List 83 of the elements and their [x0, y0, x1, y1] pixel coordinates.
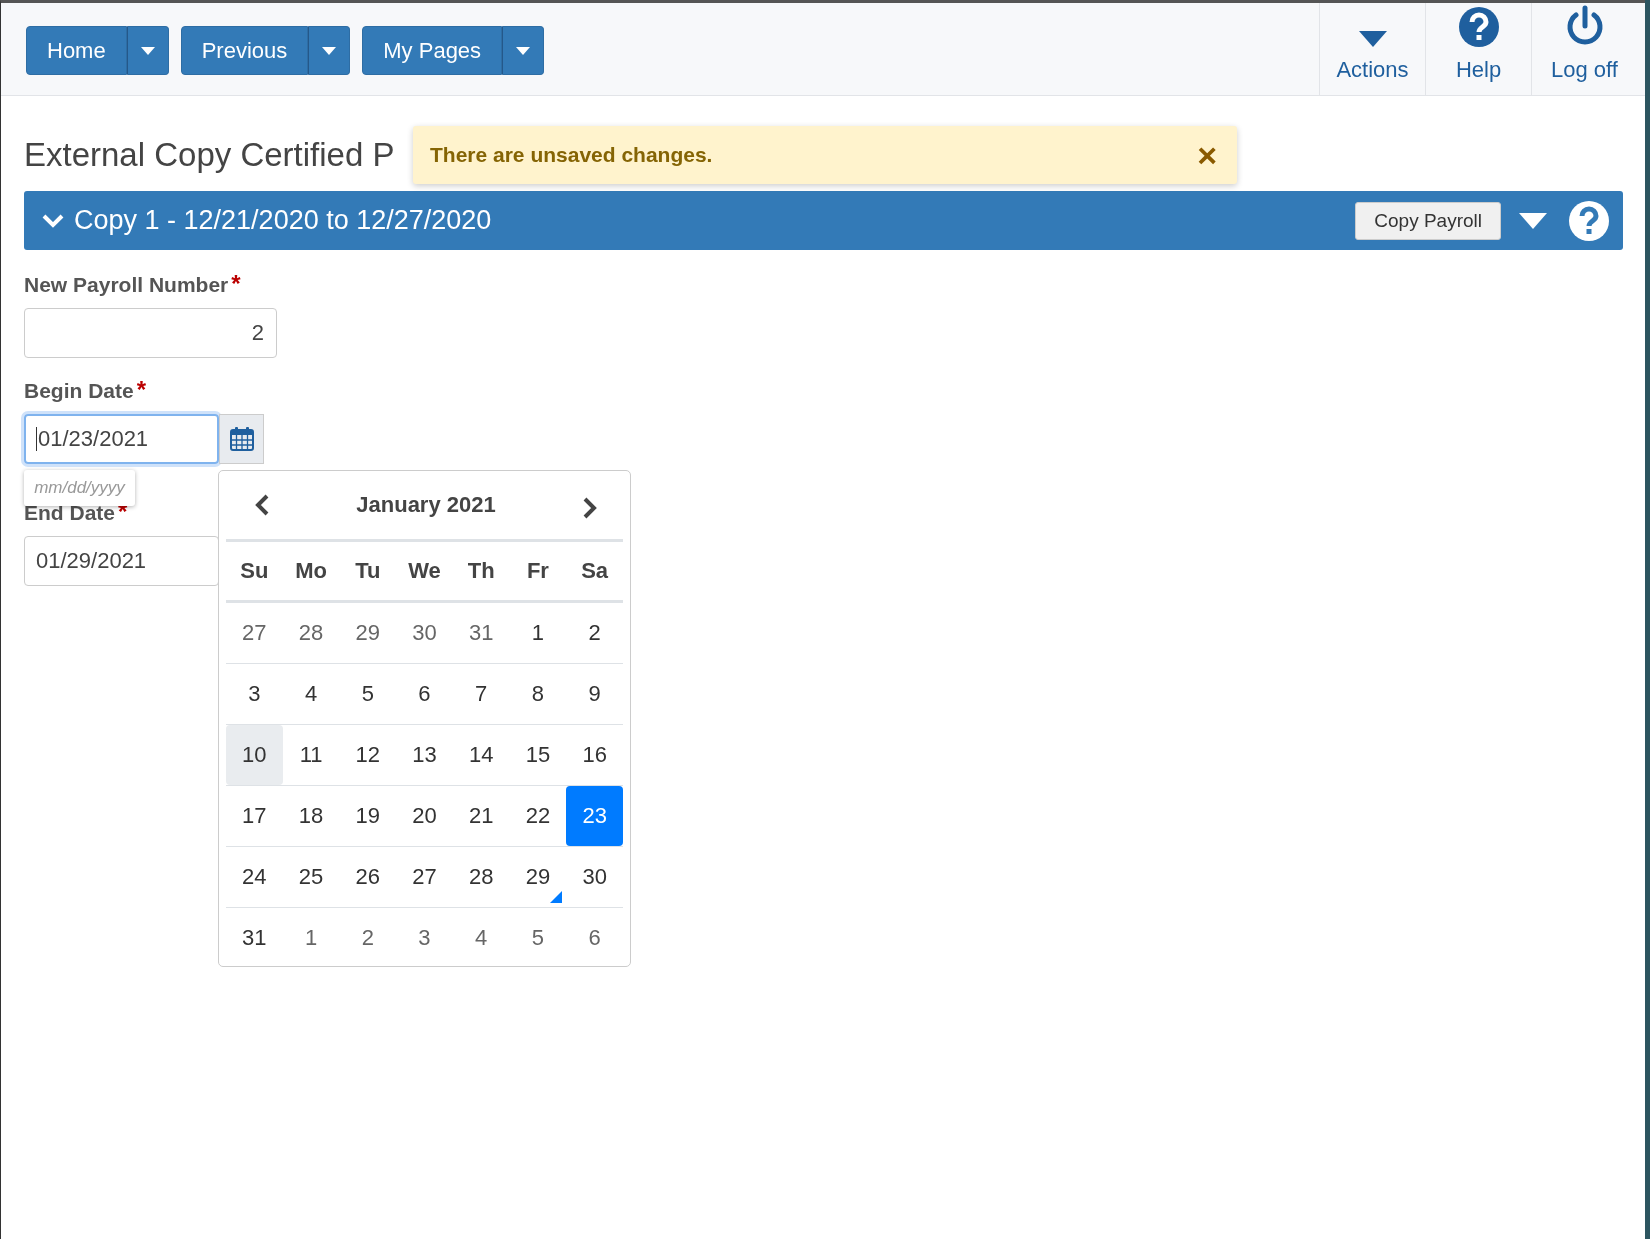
calendar-day[interactable]: 19 — [339, 786, 397, 846]
calendar-day[interactable]: 4 — [452, 908, 510, 968]
calendar-day[interactable]: 12 — [339, 725, 397, 785]
next-month-icon[interactable] — [582, 497, 598, 519]
caret-icon — [516, 46, 531, 55]
calendar-icon — [229, 427, 254, 451]
required-mark: * — [136, 376, 147, 404]
nav-button[interactable]: Home — [26, 26, 127, 75]
help-icon — [1458, 7, 1499, 47]
chevron-icon[interactable] — [42, 213, 64, 228]
calendar-day[interactable]: 23 — [566, 786, 623, 846]
copy-payroll-button[interactable]: Copy Payroll — [1355, 201, 1501, 240]
weekday-label: Su — [239, 558, 270, 584]
weekday-label: Th — [466, 558, 496, 584]
calendar-day[interactable]: 31 — [452, 603, 510, 663]
calendar-button[interactable] — [219, 414, 264, 464]
calendar-day[interactable]: 7 — [452, 664, 510, 724]
calendar-day[interactable]: 31 — [226, 908, 283, 968]
date-field[interactable]: 01/23/2021 — [24, 414, 219, 464]
calendar-day[interactable]: 8 — [509, 664, 567, 724]
weekday-label: Sa — [580, 558, 610, 584]
calendar-day[interactable]: 5 — [509, 908, 567, 968]
calendar-day[interactable]: 29 — [339, 603, 397, 663]
calendar-day[interactable]: 26 — [339, 847, 397, 907]
calendar-day[interactable]: 28 — [452, 847, 510, 907]
calendar-day[interactable]: 20 — [396, 786, 453, 846]
calendar-day[interactable]: 5 — [339, 664, 397, 724]
nav-action[interactable]: Actions — [1319, 3, 1425, 95]
calendar-day[interactable]: 14 — [452, 725, 510, 785]
calendar-day[interactable]: 6 — [566, 908, 623, 968]
calendar-day[interactable]: 3 — [396, 908, 453, 968]
page-title: External Copy Certified P — [24, 136, 395, 174]
weekday-label: Mo — [294, 558, 328, 584]
calendar-day[interactable]: 1 — [509, 603, 567, 663]
caret-icon — [322, 46, 337, 55]
calendar-day[interactable]: 9 — [566, 664, 623, 724]
field-label: Begin Date — [24, 379, 134, 403]
calendar-day[interactable]: 10 — [226, 725, 283, 785]
dropdown-toggle[interactable] — [502, 26, 545, 75]
calendar-day[interactable]: 2 — [339, 908, 397, 968]
required-mark: * — [231, 270, 241, 298]
calendar-day[interactable]: 17 — [226, 786, 283, 846]
calendar-day[interactable]: 13 — [396, 725, 453, 785]
caret-icon — [1358, 31, 1387, 47]
calendar-day[interactable]: 21 — [452, 786, 510, 846]
caret-icon — [140, 46, 155, 55]
calendar-day[interactable]: 18 — [282, 786, 340, 846]
calendar-day[interactable]: 6 — [396, 664, 453, 724]
calendar-day[interactable]: 3 — [226, 664, 283, 724]
calendar-day[interactable]: 4 — [282, 664, 340, 724]
dropdown-toggle[interactable] — [308, 26, 351, 75]
month-title: January 2021 — [356, 492, 496, 518]
previous-month-icon[interactable] — [254, 494, 270, 516]
dropdown-toggle[interactable] — [126, 26, 169, 75]
caret-icon[interactable] — [1519, 212, 1547, 229]
input-field[interactable]: 2 — [24, 308, 277, 358]
format-tooltip: mm/dd/yyyy — [24, 470, 135, 506]
field-label: New Payroll Number — [24, 273, 229, 297]
calendar-day[interactable]: 27 — [226, 603, 283, 663]
calendar-day[interactable]: 1 — [282, 908, 340, 968]
calendar-day[interactable]: 30 — [396, 603, 453, 663]
weekday-label: We — [407, 558, 442, 584]
alert-message: There are unsaved changes. — [430, 143, 713, 167]
help-icon[interactable] — [1569, 200, 1609, 241]
nav-button[interactable]: My Pages — [362, 26, 503, 75]
calendar-day[interactable]: 2 — [566, 603, 623, 663]
calendar-day[interactable]: 28 — [282, 603, 340, 663]
calendar-day[interactable]: 15 — [509, 725, 567, 785]
weekday-label: Tu — [354, 558, 382, 584]
nav-button[interactable]: Previous — [180, 26, 309, 75]
weekday-label: Fr — [525, 558, 550, 584]
calendar-day[interactable]: 30 — [566, 847, 623, 907]
section-title: Copy 1 - 12/21/2020 to 12/27/2020 — [74, 205, 492, 236]
calendar-day[interactable]: 29 — [509, 847, 567, 907]
calendar-day[interactable]: 16 — [566, 725, 623, 785]
calendar-day[interactable]: 27 — [396, 847, 453, 907]
calendar-day[interactable]: 25 — [282, 847, 340, 907]
calendar-day[interactable]: 11 — [282, 725, 340, 785]
nav-action[interactable]: Log off — [1531, 3, 1637, 95]
close-button[interactable]: × — [1197, 138, 1217, 172]
nav-action[interactable]: Help — [1425, 3, 1531, 95]
calendar-day[interactable]: 24 — [226, 847, 283, 907]
calendar-day[interactable]: 22 — [509, 786, 567, 846]
